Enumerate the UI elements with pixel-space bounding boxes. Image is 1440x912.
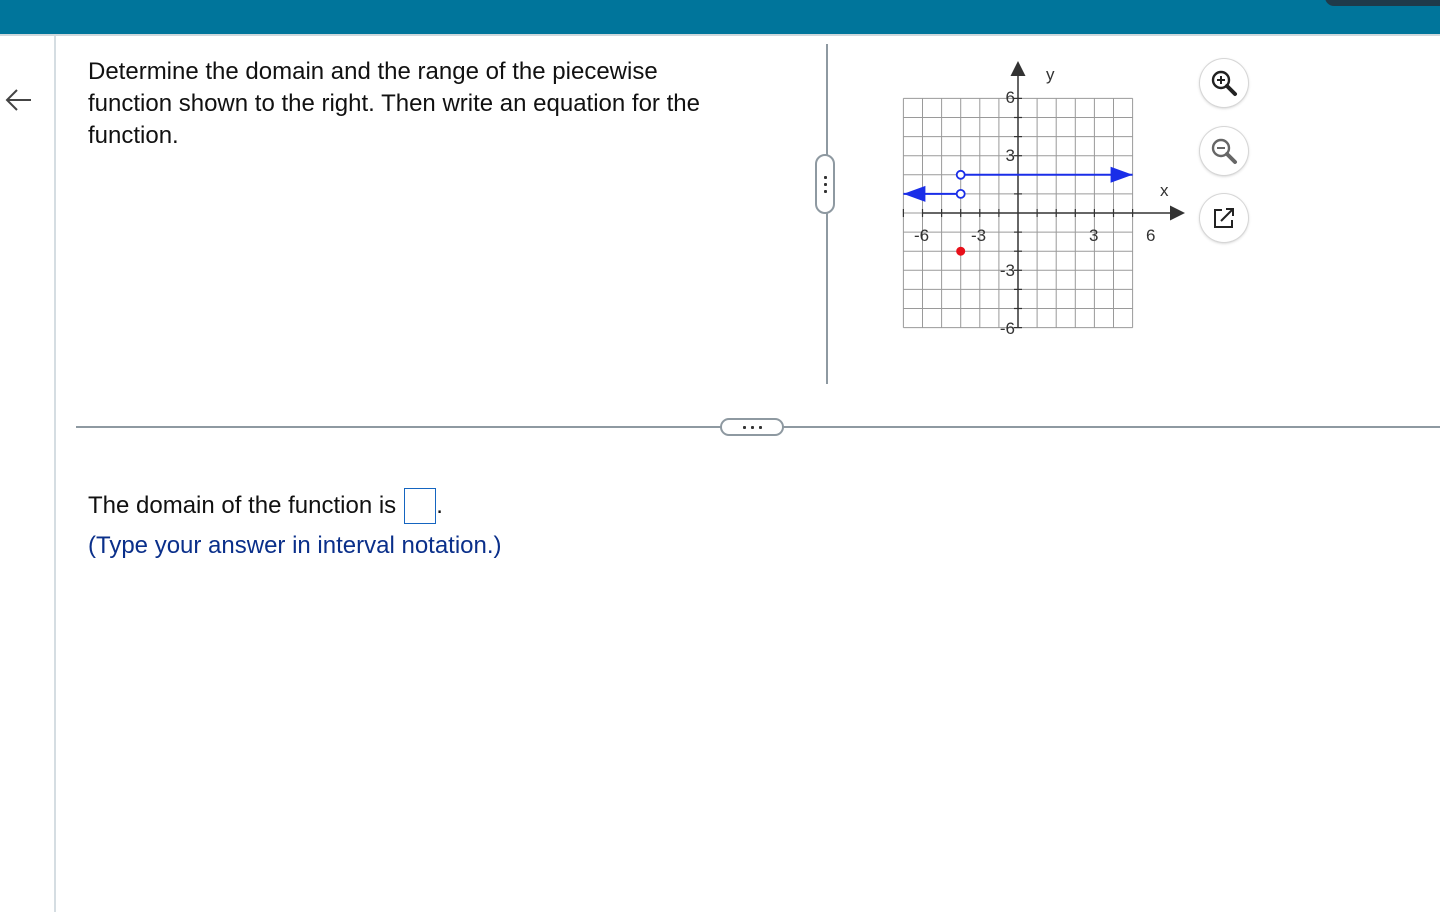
back-button[interactable] xyxy=(0,80,36,120)
open-endpoint xyxy=(955,188,966,199)
y-tick-label: 6 xyxy=(1006,88,1015,107)
answer-line: The domain of the function is . xyxy=(88,486,443,526)
curve-arrowhead xyxy=(1110,166,1133,183)
answer-prompt: The domain of the function is xyxy=(88,492,397,519)
domain-answer-input[interactable] xyxy=(404,488,437,524)
popout-icon xyxy=(1214,208,1234,228)
y-tick-label: 3 xyxy=(1006,146,1015,165)
question-text: Determine the domain and the range of th… xyxy=(88,56,788,152)
closed-point xyxy=(956,246,966,256)
answer-hint: (Type your answer in interval notation.) xyxy=(88,532,502,559)
x-tick-label: -6 xyxy=(914,226,929,245)
left-rail-divider xyxy=(54,36,56,912)
y-tick-label: -3 xyxy=(1000,261,1015,280)
arrow-left-icon xyxy=(5,89,31,111)
y-tick-label: -6 xyxy=(1000,319,1015,338)
x-tick-label: 3 xyxy=(1089,226,1098,245)
question-line-2: function shown to the right. Then write … xyxy=(88,90,700,117)
x-tick-label: -3 xyxy=(971,226,986,245)
piecewise-graph: y x -6 -3 3 6 6 3 -3 -6 xyxy=(902,61,1185,338)
open-endpoint xyxy=(955,169,966,180)
x-tick-label: 6 xyxy=(1146,226,1155,245)
zoom-out-button[interactable] xyxy=(1200,127,1248,175)
zoom-out-icon xyxy=(1211,138,1237,164)
top-bar xyxy=(0,0,1440,34)
top-bar-divider xyxy=(0,34,1440,36)
vertical-pane-divider xyxy=(826,44,828,384)
top-bar-pill xyxy=(1325,0,1440,6)
y-axis-label: y xyxy=(1046,65,1055,84)
curve-arrowhead xyxy=(903,185,926,202)
popout-button[interactable] xyxy=(1200,194,1248,242)
zoom-in-button[interactable] xyxy=(1200,59,1248,107)
zoom-in-icon xyxy=(1211,70,1237,96)
x-axis-label: x xyxy=(1160,181,1169,200)
question-line-3: function. xyxy=(88,122,179,149)
answer-suffix: . xyxy=(436,492,443,519)
vertical-resize-handle[interactable] xyxy=(815,154,835,214)
horizontal-resize-handle[interactable] xyxy=(720,418,784,436)
question-line-1: Determine the domain and the range of th… xyxy=(88,58,658,85)
